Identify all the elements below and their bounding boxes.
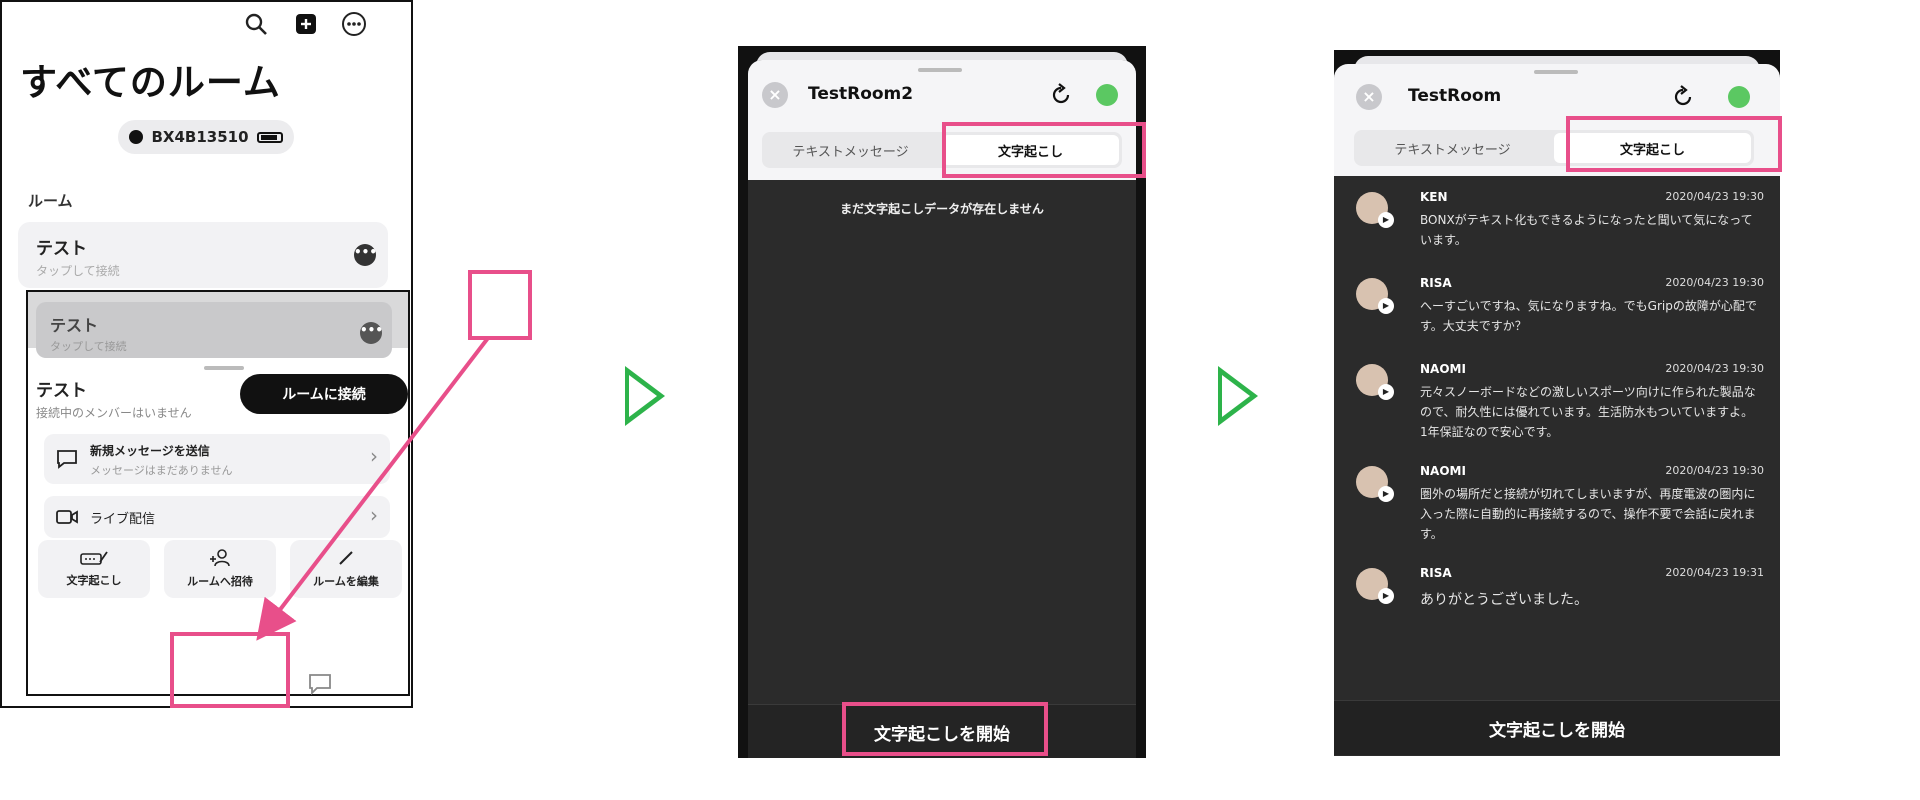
message-text: へーすごいですね、気になりますね。でもGripの故障が心配です。大丈夫ですか？	[1420, 299, 1757, 333]
play-icon[interactable]: ▶	[1378, 486, 1394, 502]
message-time: 2020/04/23 19:30	[1665, 362, 1764, 375]
next-step-arrow-1	[625, 366, 665, 426]
refresh-icon[interactable]	[1670, 84, 1696, 110]
avatar: ▶	[1356, 466, 1394, 502]
avatar: ▶	[1356, 568, 1394, 604]
close-icon[interactable]: ×	[762, 82, 788, 108]
start-transcription-button[interactable]: 文字起こしを開始	[1334, 700, 1780, 755]
room-title: TestRoom2	[808, 84, 914, 104]
highlight-start-button	[842, 702, 1048, 756]
play-icon[interactable]: ▶	[1378, 384, 1394, 400]
message-text: 元々スノーボードなどの激しいスポーツ向けに作られた製品なので、耐久性には優れてい…	[1420, 385, 1756, 439]
message-text: 圏外の場所だと接続が切れてしまいますが、再度電波の圏内に入った際に自動的に再接続…	[1420, 487, 1756, 541]
empty-state-text: まだ文字起こしデータが存在しません	[840, 202, 1044, 216]
message-text: BONXがテキスト化もできるようになったと聞いて気になっています。	[1420, 213, 1753, 247]
play-icon[interactable]: ▶	[1378, 212, 1394, 228]
tab-text-messages[interactable]: テキストメッセージ	[762, 132, 939, 168]
message-sender: RISA	[1420, 566, 1452, 580]
sheet-grabber[interactable]	[918, 68, 962, 72]
sheet-grabber[interactable]	[1534, 70, 1578, 74]
message-time: 2020/04/23 19:31	[1665, 566, 1764, 579]
message-sender: KEN	[1420, 190, 1448, 204]
next-step-arrow-2	[1218, 366, 1258, 426]
avatar: ▶	[1356, 192, 1394, 228]
arrow-more-to-transcribe	[256, 336, 490, 641]
message-time: 2020/04/23 19:30	[1665, 464, 1764, 477]
avatar: ▶	[1356, 278, 1394, 314]
highlight-transcription-tab	[942, 122, 1146, 178]
message-text: ありがとうございました。	[1420, 592, 1588, 608]
tab-text-messages[interactable]: テキストメッセージ	[1354, 130, 1551, 166]
play-icon[interactable]: ▶	[1378, 588, 1394, 604]
message-time: 2020/04/23 19:30	[1665, 276, 1764, 289]
live-audio-icon	[1728, 86, 1750, 108]
message-sender: NAOMI	[1420, 464, 1466, 478]
play-icon[interactable]: ▶	[1378, 298, 1394, 314]
avatar: ▶	[1356, 364, 1394, 400]
highlight-transcription-tab	[1566, 116, 1782, 172]
message-sender: RISA	[1420, 276, 1452, 290]
close-icon[interactable]: ×	[1356, 84, 1382, 110]
room-title: TestRoom	[1408, 86, 1502, 106]
message-sender: NAOMI	[1420, 362, 1466, 376]
message-time: 2020/04/23 19:30	[1665, 190, 1764, 203]
refresh-icon[interactable]	[1048, 82, 1074, 108]
live-audio-icon	[1096, 84, 1118, 106]
